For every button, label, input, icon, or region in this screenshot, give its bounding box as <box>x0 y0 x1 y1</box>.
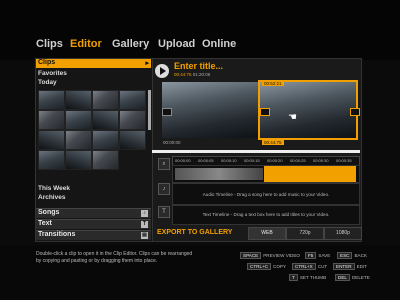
tick-label: 00:00:05 <box>198 158 214 163</box>
clip-2-start: 00:52:21 <box>262 81 284 86</box>
timeline-clip[interactable] <box>175 168 263 180</box>
clips-label: Clips <box>38 59 56 66</box>
clip-1-time: 00:00:00 <box>163 140 181 145</box>
help-text: Double-click a clip to open it in the Cl… <box>36 251 193 264</box>
zoom-icon[interactable]: ⌕ <box>158 158 170 170</box>
audio-timeline-hint: Audio Timeline - Drag a song here to add… <box>202 192 330 197</box>
clip-thumbnail[interactable] <box>119 90 146 110</box>
clip-thumbnail[interactable] <box>92 130 119 150</box>
video-title[interactable]: Enter title... <box>174 61 223 71</box>
key-hint: SPACE PREVIEW VIDEO <box>240 252 300 259</box>
clip-preview-1[interactable] <box>162 82 258 138</box>
text-timeline[interactable]: Text Timeline - Drag a text box here to … <box>172 205 360 225</box>
export-label: EXPORT TO GALLERY <box>157 229 233 236</box>
favorites-folder[interactable]: Favorites <box>38 70 67 77</box>
clip-thumbnail[interactable] <box>92 110 119 130</box>
text-tab[interactable]: Text T <box>36 219 151 229</box>
clip-thumbnail[interactable] <box>65 110 92 130</box>
title-time: 00:44:75 01:20:06 <box>174 72 211 77</box>
clip-thumbnail[interactable] <box>92 90 119 110</box>
hand-cursor-icon: ☚ <box>288 112 297 123</box>
tick-label: 00:00:25 <box>290 158 306 163</box>
nav-editor[interactable]: Editor <box>70 38 102 50</box>
playback-progress[interactable] <box>152 150 360 153</box>
clip-thumbnail[interactable] <box>38 130 65 150</box>
clip-2-end: 00:44:75 <box>262 140 284 145</box>
transition-icon: ▤ <box>141 232 148 239</box>
clip-thumbnail[interactable] <box>92 150 119 170</box>
tick-label: 00:00:00 <box>175 158 191 163</box>
tick-label: 00:00:35 <box>336 158 352 163</box>
clip-thumbnail[interactable] <box>119 110 146 130</box>
trim-handle-icon[interactable] <box>162 108 172 116</box>
text-icon: T <box>141 221 148 228</box>
quality-web-button[interactable]: WEB <box>248 227 286 240</box>
tick-label: 00:00:10 <box>221 158 237 163</box>
nav-online[interactable]: Online <box>202 38 236 50</box>
text-icon[interactable]: T <box>158 206 170 218</box>
chevron-right-icon: ▸ <box>145 60 149 67</box>
clip-thumbnails <box>38 90 148 182</box>
key-hint: CTRL+C COPY <box>247 263 286 270</box>
archives-folder[interactable]: Archives <box>38 194 65 201</box>
tick-label: 00:00:30 <box>313 158 329 163</box>
text-timeline-hint: Text Timeline - Drag a text box here to … <box>202 212 330 217</box>
this-week-folder[interactable]: This Week <box>38 185 70 192</box>
key-hint: ENTER EDIT <box>333 263 367 270</box>
tick-label: 00:00:15 <box>244 158 260 163</box>
key-hint: DEL DELETE <box>335 274 370 281</box>
audio-timeline[interactable]: Audio Timeline - Drag a song here to add… <box>172 183 360 205</box>
trim-handle-icon[interactable] <box>350 108 360 116</box>
music-note-icon[interactable]: ♪ <box>158 183 170 195</box>
songs-tab[interactable]: Songs ♪ <box>36 208 151 218</box>
trim-handle-icon[interactable] <box>260 108 270 116</box>
clip-thumbnail[interactable] <box>38 90 65 110</box>
clip-preview-2[interactable] <box>258 80 358 140</box>
nav-upload[interactable]: Upload <box>158 38 195 50</box>
clip-thumbnail[interactable] <box>119 130 146 150</box>
play-icon[interactable] <box>155 64 169 78</box>
transitions-tab[interactable]: Transitions ▤ <box>36 230 151 240</box>
top-bar <box>0 0 400 60</box>
clip-list-scrollbar[interactable] <box>148 90 151 130</box>
clips-folder[interactable]: Clips ▸ <box>36 59 151 68</box>
tick-label: 00:00:20 <box>267 158 283 163</box>
key-hint: CTRL+X CUT <box>292 263 327 270</box>
key-hint: T SET THUMB <box>289 274 326 281</box>
clip-thumbnail[interactable] <box>65 90 92 110</box>
songs-label: Songs <box>38 209 60 216</box>
nav-gallery[interactable]: Gallery <box>112 38 149 50</box>
clip-thumbnail[interactable] <box>65 130 92 150</box>
text-label: Text <box>38 220 52 227</box>
transitions-label: Transitions <box>38 231 76 238</box>
today-folder[interactable]: Today <box>38 79 57 86</box>
clip-thumbnail[interactable] <box>38 110 65 130</box>
quality-720p-button[interactable]: 720p <box>286 227 324 240</box>
video-timeline[interactable] <box>172 165 360 183</box>
timeline-clip-selected[interactable] <box>264 166 356 182</box>
quality-1080p-button[interactable]: 1080p <box>324 227 362 240</box>
nav-clips[interactable]: Clips <box>36 38 63 50</box>
clip-thumbnail[interactable] <box>65 150 92 170</box>
clip-thumbnail[interactable] <box>38 150 65 170</box>
key-hint: F5 SAVE <box>305 252 330 259</box>
key-hint: ESC BACK <box>337 252 367 259</box>
music-note-icon: ♪ <box>141 210 148 217</box>
